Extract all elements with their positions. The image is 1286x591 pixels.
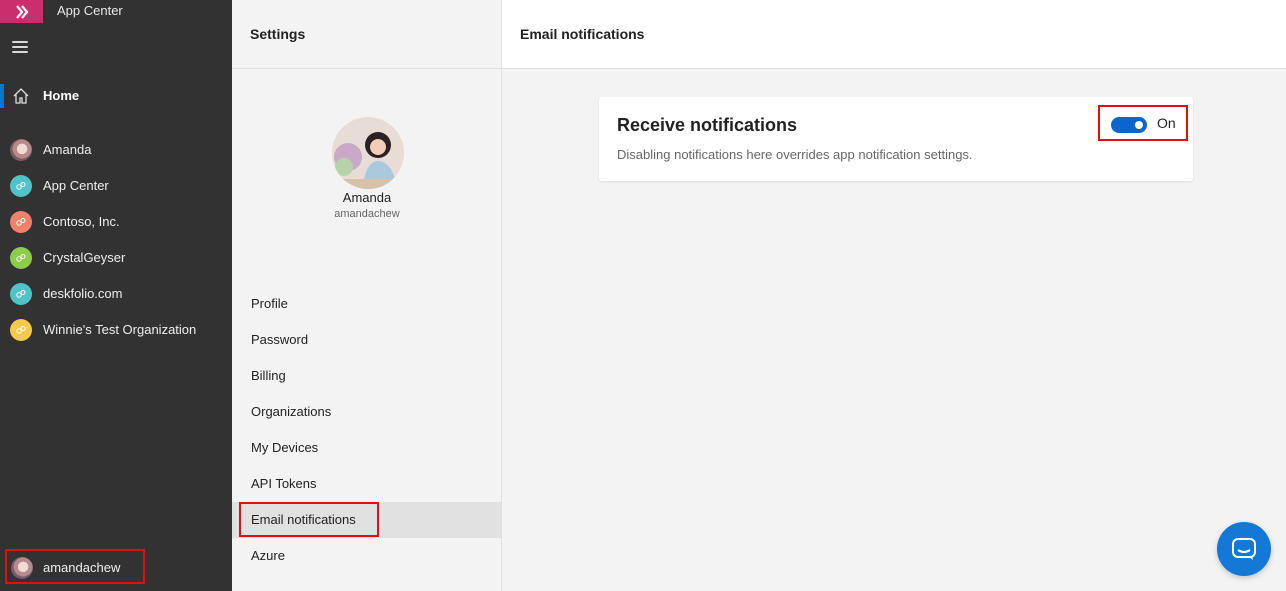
active-indicator <box>0 84 4 108</box>
profile-avatar <box>332 117 404 189</box>
settings-item-label: Profile <box>251 296 288 311</box>
avatar <box>11 557 33 579</box>
settings-item-label: Email notifications <box>251 512 356 527</box>
current-user-button[interactable]: amandachew <box>5 549 145 584</box>
toggle-knob <box>1135 121 1143 129</box>
settings-title: Settings <box>250 26 306 42</box>
sidebar-item-label: Winnie's Test Organization <box>43 322 197 337</box>
org-icon <box>10 283 32 305</box>
settings-item-label: Organizations <box>251 404 332 419</box>
sidebar-item-amanda[interactable]: Amanda <box>0 138 232 162</box>
toggle-label: On <box>1157 115 1176 131</box>
home-icon <box>13 88 29 104</box>
settings-item-azure[interactable]: Azure <box>232 538 502 574</box>
settings-item-profile[interactable]: Profile <box>232 286 502 322</box>
profile-handle: amandachew <box>334 208 400 220</box>
left-nav: App Center Home Amanda App Center Contos… <box>0 0 232 591</box>
sidebar-item-contoso[interactable]: Contoso, Inc. <box>0 210 232 234</box>
settings-panel: Settings Amanda amandachew Profile Passw… <box>232 0 502 591</box>
app-center-logo-icon <box>15 4 28 19</box>
app-title: App Center <box>57 3 123 18</box>
settings-item-organizations[interactable]: Organizations <box>232 394 502 430</box>
sidebar-item-label: deskfolio.com <box>43 286 123 301</box>
chat-icon <box>1232 538 1256 560</box>
org-icon <box>10 211 32 233</box>
settings-item-label: My Devices <box>251 440 319 455</box>
settings-item-label: Password <box>251 332 309 347</box>
org-icon <box>10 247 32 269</box>
org-icon <box>10 175 32 197</box>
current-user-name: amandachew <box>43 560 121 575</box>
settings-header: Settings <box>232 0 502 69</box>
settings-item-api-tokens[interactable]: API Tokens <box>232 466 502 502</box>
settings-item-label: Billing <box>251 368 286 383</box>
sidebar-item-deskfolio[interactable]: deskfolio.com <box>0 282 232 306</box>
card-title: Receive notifications <box>617 115 798 135</box>
settings-item-my-devices[interactable]: My Devices <box>232 430 502 466</box>
settings-item-email-notifications[interactable]: Email notifications <box>232 502 502 538</box>
settings-item-password[interactable]: Password <box>232 322 502 358</box>
sidebar-item-home[interactable]: Home <box>0 84 232 108</box>
main-content: Email notifications Receive notification… <box>502 0 1286 591</box>
sidebar-item-winnies-test-org[interactable]: Winnie's Test Organization <box>0 318 232 342</box>
settings-item-label: API Tokens <box>251 476 317 491</box>
page-title: Email notifications <box>520 26 645 42</box>
hamburger-menu-icon[interactable] <box>12 41 28 53</box>
profile-name: Amanda <box>342 190 392 205</box>
app-center-logo[interactable] <box>0 0 43 23</box>
sidebar-item-app-center[interactable]: App Center <box>0 174 232 198</box>
settings-item-billing[interactable]: Billing <box>232 358 502 394</box>
sidebar-item-label: App Center <box>43 178 109 193</box>
card-description: Disabling notifications here overrides a… <box>617 147 973 162</box>
toggle-highlight-box: On <box>1098 105 1188 141</box>
sidebar-item-label: Contoso, Inc. <box>43 214 120 229</box>
main-header: Email notifications <box>502 0 1286 69</box>
notifications-card: Receive notifications Disabling notifica… <box>599 97 1193 181</box>
receive-notifications-toggle[interactable] <box>1111 117 1147 133</box>
sidebar-item-label: CrystalGeyser <box>43 250 126 265</box>
sidebar-item-label: Home <box>43 88 80 103</box>
avatar <box>10 139 32 161</box>
sidebar-item-crystalgeyser[interactable]: CrystalGeyser <box>0 246 232 270</box>
chat-support-button[interactable] <box>1217 522 1271 576</box>
settings-item-label: Azure <box>251 548 285 563</box>
org-icon <box>10 319 32 341</box>
sidebar-item-label: Amanda <box>43 142 92 157</box>
